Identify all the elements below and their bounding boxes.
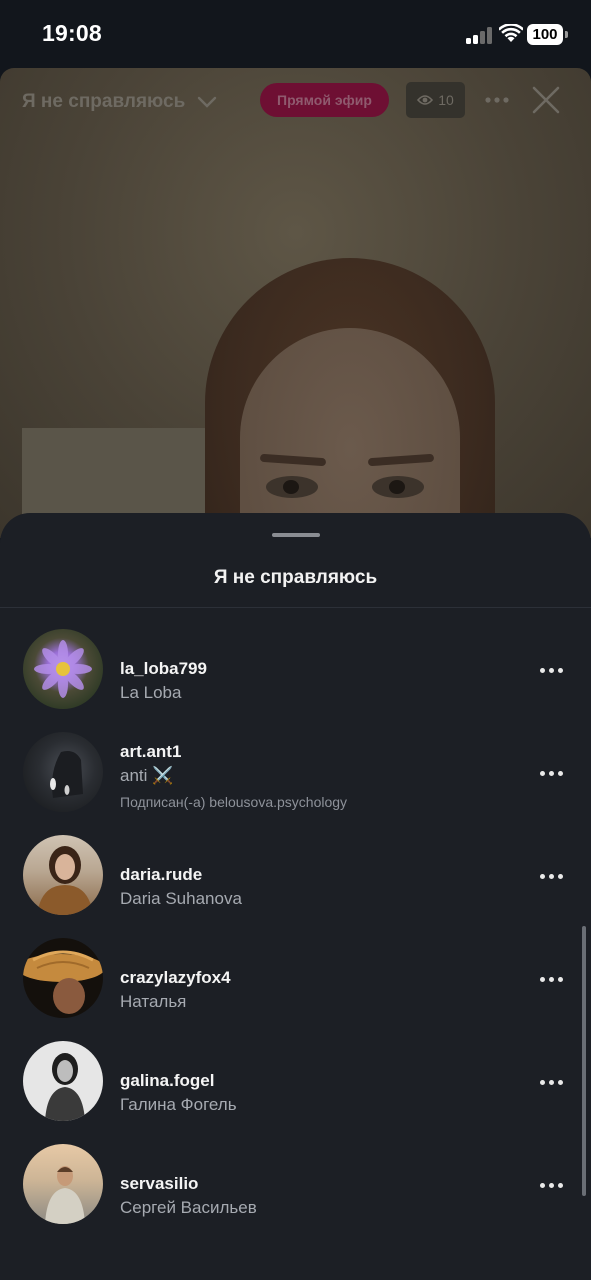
viewer-count-value: 10 — [438, 92, 454, 108]
live-title-dropdown[interactable]: Я не справляюсь — [22, 88, 217, 116]
wifi-icon — [499, 24, 523, 42]
username[interactable]: servasilio — [120, 1174, 198, 1194]
status-time: 19:08 — [42, 20, 102, 46]
avatar[interactable] — [23, 1041, 103, 1121]
viewers-sheet: Я не справляюсь la_loba799 La Loba art.a… — [0, 513, 591, 1280]
full-name: anti ⚔️ — [120, 766, 174, 785]
portrait-beach-image — [45, 1166, 85, 1224]
more-options-icon[interactable] — [540, 874, 564, 882]
avatar[interactable] — [23, 732, 103, 812]
more-options-icon[interactable] — [485, 97, 509, 103]
straw-hat-image — [23, 950, 103, 1014]
close-icon[interactable] — [532, 86, 560, 114]
more-options-icon[interactable] — [540, 771, 564, 779]
portrait-bw-image — [45, 1053, 85, 1121]
list-item[interactable]: crazylazyfox4 Наталья — [0, 926, 591, 1029]
lotus-image — [34, 640, 92, 698]
video-eye-left — [266, 476, 318, 498]
battery-indicator: 100 — [527, 24, 563, 45]
eye-icon — [417, 95, 434, 105]
avatar[interactable] — [23, 938, 103, 1018]
viewer-count[interactable]: 10 — [406, 82, 465, 118]
battery-nub — [565, 31, 568, 38]
status-bar: 19:08 100 — [0, 0, 591, 68]
list-item[interactable]: art.ant1 anti ⚔️ Подписан(-а) belousova.… — [0, 720, 591, 823]
sheet-title: Я не справляюсь — [213, 567, 378, 588]
username[interactable]: crazylazyfox4 — [120, 968, 231, 988]
username[interactable]: daria.rude — [120, 865, 202, 885]
live-badge: Прямой эфир — [260, 83, 389, 117]
portrait-image — [37, 846, 93, 915]
full-name: La Loba — [120, 683, 182, 702]
full-name: Наталья — [120, 992, 187, 1011]
video-eye-right — [372, 476, 424, 498]
live-video[interactable] — [0, 68, 591, 538]
list-item[interactable]: daria.rude Daria Suhanova — [0, 823, 591, 926]
figure-image — [50, 751, 83, 798]
sheet-divider — [0, 607, 591, 608]
sheet-drag-handle[interactable] — [272, 533, 320, 537]
followed-by-text: Подписан(-а) belousova.psychology — [120, 794, 348, 810]
avatar[interactable] — [23, 1144, 103, 1224]
list-item[interactable]: la_loba799 La Loba — [0, 617, 591, 720]
username[interactable]: galina.fogel — [120, 1071, 214, 1091]
avatar[interactable] — [23, 835, 103, 915]
list-item[interactable]: servasilio Сергей Васильев — [0, 1132, 591, 1235]
list-item[interactable]: galina.fogel Галина Фогель — [0, 1029, 591, 1132]
more-options-icon[interactable] — [540, 977, 564, 985]
more-options-icon[interactable] — [540, 1080, 564, 1088]
scrollbar[interactable] — [582, 926, 586, 1196]
chevron-down-icon — [198, 96, 217, 108]
more-options-icon[interactable] — [540, 668, 564, 676]
more-options-icon[interactable] — [540, 1183, 564, 1191]
full-name: Сергей Васильев — [120, 1198, 257, 1217]
username[interactable]: art.ant1 — [120, 742, 181, 762]
avatar[interactable] — [23, 629, 103, 709]
cellular-signal-icon — [466, 27, 494, 44]
live-title: Я не справляюсь — [22, 91, 186, 112]
username[interactable]: la_loba799 — [120, 659, 207, 679]
full-name: Галина Фогель — [120, 1095, 237, 1114]
full-name: Daria Suhanova — [120, 889, 242, 908]
video-person-face — [240, 328, 460, 538]
